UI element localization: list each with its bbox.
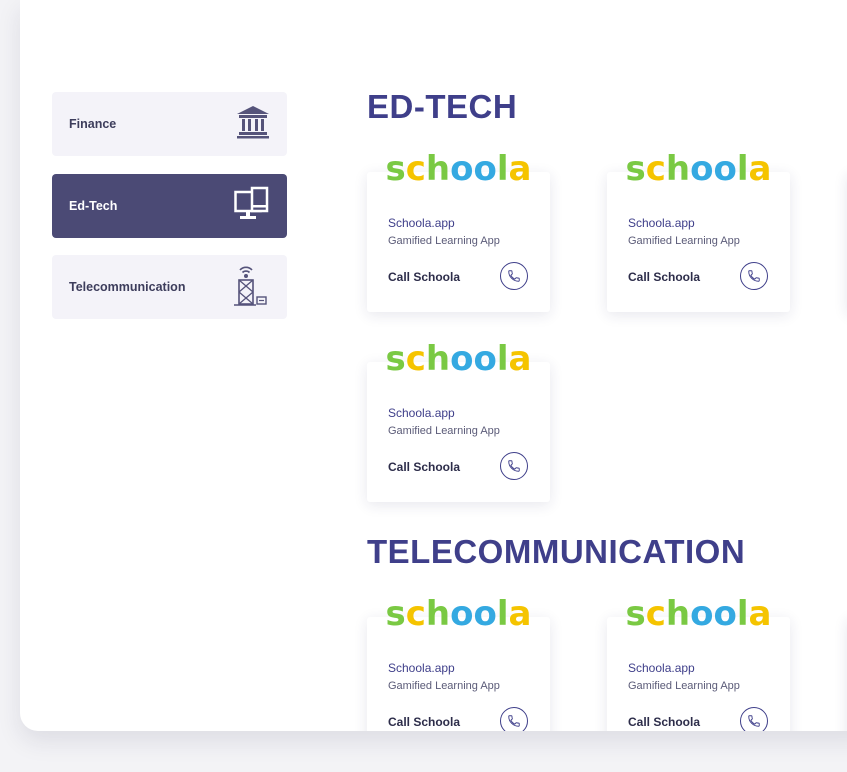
phone-call-button[interactable] <box>500 452 528 480</box>
app-card[interactable]: schoola Schoola.app Gamified Learning Ap… <box>367 152 550 312</box>
schoola-logo: schoola <box>385 339 532 379</box>
app-card[interactable]: schoola Schoola.app Gamified Learning Ap… <box>607 152 790 312</box>
app-title: Schoola.app <box>388 661 455 675</box>
call-label: Call Schoola <box>388 270 461 284</box>
sidebar-item-telecommunication[interactable]: Telecommunication <box>52 255 287 319</box>
sidebar-item-finance[interactable]: Finance <box>52 92 287 156</box>
call-label: Call Schoola <box>388 460 461 474</box>
sidebar-item-label: Telecommunication <box>69 280 186 294</box>
phone-call-button[interactable] <box>740 707 768 731</box>
app-subtitle: Gamified Learning App <box>388 235 500 247</box>
app-subtitle: Gamified Learning App <box>628 680 740 692</box>
sidebar-item-label: Finance <box>69 117 117 131</box>
app-subtitle: Gamified Learning App <box>388 425 500 437</box>
call-label: Call Schoola <box>628 715 701 729</box>
bank-icon <box>235 104 271 145</box>
app-card[interactable]: schoola Schoola.app Gamified Learning Ap… <box>607 597 790 731</box>
app-title: Schoola.app <box>388 216 455 230</box>
app-card[interactable]: schoola Schoola.app Gamified Learning Ap… <box>367 597 550 731</box>
phone-icon <box>748 270 760 282</box>
tower-icon <box>231 262 271 313</box>
app-card[interactable]: schoola Schoola.app Gamified Learning Ap… <box>367 342 550 502</box>
schoola-logo: schoola <box>385 149 532 189</box>
phone-icon <box>508 460 520 472</box>
schoola-logo: schoola <box>625 594 772 634</box>
sidebar-item-label: Ed-Tech <box>69 199 118 213</box>
section-title-ed-tech: ED-TECH <box>367 88 518 125</box>
computer-icon <box>233 185 271 228</box>
phone-icon <box>508 270 520 282</box>
section-title-telecommunication: TELECOMMUNICATION <box>367 533 746 570</box>
app-subtitle: Gamified Learning App <box>628 235 740 247</box>
schoola-logo: schoola <box>385 594 532 634</box>
phone-call-button[interactable] <box>740 262 768 290</box>
phone-icon <box>748 715 760 727</box>
phone-call-button[interactable] <box>500 707 528 731</box>
app-title: Schoola.app <box>628 661 695 675</box>
call-label: Call Schoola <box>628 270 701 284</box>
app-subtitle: Gamified Learning App <box>388 680 500 692</box>
phone-call-button[interactable] <box>500 262 528 290</box>
call-label: Call Schoola <box>388 715 461 729</box>
phone-icon <box>508 715 520 727</box>
schoola-logo: schoola <box>625 149 772 189</box>
app-title: Schoola.app <box>388 406 455 420</box>
sidebar-item-ed-tech[interactable]: Ed-Tech <box>52 174 287 238</box>
main-panel: Finance Ed-Tech Telecommunication ED-TEC… <box>20 0 847 731</box>
app-title: Schoola.app <box>628 216 695 230</box>
